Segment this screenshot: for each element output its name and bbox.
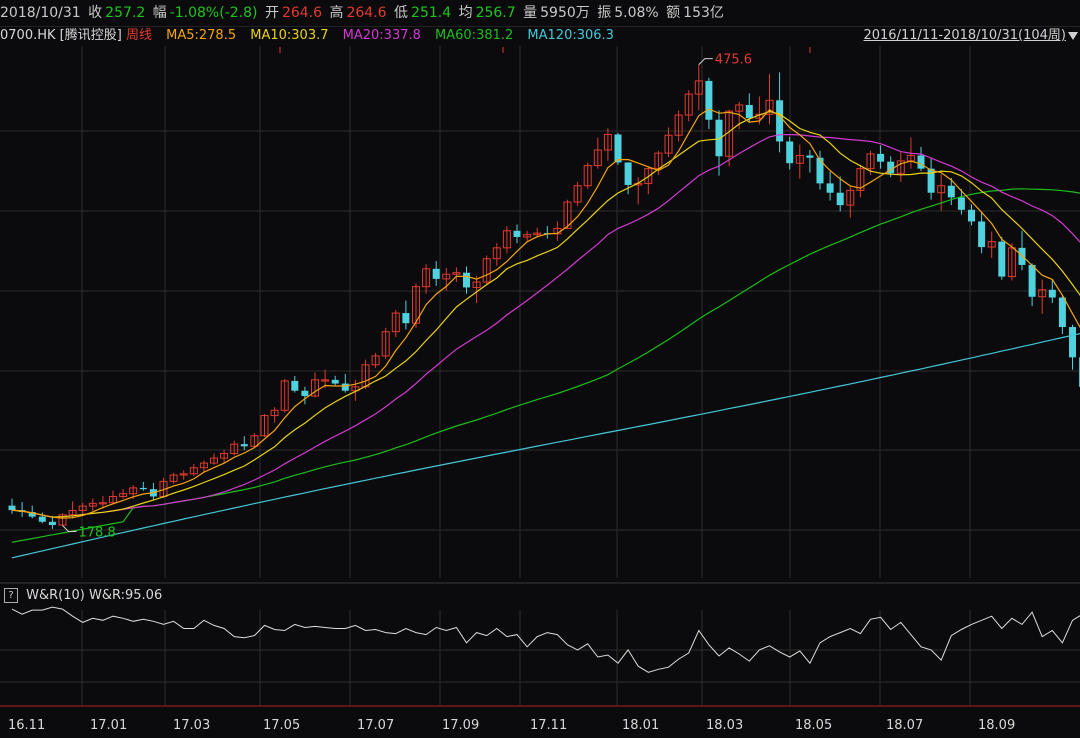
candle-body-down [301,390,309,396]
high-marker-label: 475.6 [715,53,752,68]
candle-body-down [331,379,339,384]
x-tick-label: 17.07 [357,718,395,733]
candle-body-down [826,183,834,193]
candle-body-down [8,505,16,511]
wr-indicator-value: W&R:95.06 [89,588,163,603]
candle-body-down [240,444,248,447]
ma60-line [11,188,1080,543]
ma20-line [11,133,1080,518]
candle-body-down [341,383,349,391]
candle-body-down [1048,289,1056,298]
candle-body-down [1028,264,1036,297]
wr-legend-bar: ? W&R(10) W&R:95.06 [0,586,162,606]
x-tick-label: 18.07 [886,718,924,733]
candle-body-down [1069,327,1076,358]
low-marker-label: 178.8 [79,526,116,541]
candle-body-down [806,155,814,158]
x-tick-label: 18.05 [795,718,833,733]
candle-body-down [816,157,824,184]
x-tick-label: 18.01 [622,718,660,733]
wr-indicator-name[interactable]: W&R(10) [26,588,85,603]
chart-grid [0,46,1080,707]
wr-line [11,606,1080,673]
ma120-line [11,332,1080,559]
candle-body-down [998,241,1006,277]
candle-body-down [745,104,753,119]
candle-body-down [947,185,955,198]
candle-body-down [291,380,299,391]
ma10-line [11,110,1080,518]
candle-body-down [402,313,410,324]
x-tick-label: 16.11 [8,718,46,733]
x-tick-label: 17.09 [442,718,480,733]
candle-body-down [877,153,885,162]
x-tick-label: 17.01 [90,718,128,733]
ma5-line [11,108,1080,519]
candle-body-down [836,192,844,206]
candle-body-down [432,268,440,279]
kline-chart[interactable]: 475.6 178.8 [0,0,1080,738]
moving-average-lines [11,108,1080,559]
help-icon[interactable]: ? [4,588,18,603]
x-tick-label: 17.03 [173,718,211,733]
high-marker-leader [698,58,713,65]
x-tick-label: 18.09 [978,718,1016,733]
candle-body-down [463,272,470,288]
x-tick-label: 18.03 [706,718,744,733]
candle-body-down [614,134,622,163]
candle-body-down [624,162,632,185]
candle-body-down [1058,297,1066,328]
x-tick-label: 17.11 [530,718,568,733]
candle-body-down [139,487,147,490]
candle-body-down [978,221,986,248]
candle-body-down [513,230,521,237]
candle-body-down [957,197,965,210]
chart-annotations: 475.6 178.8 [62,53,752,541]
candlesticks [8,64,1080,529]
candle-body-down [917,155,925,169]
wr-indicator-plot [11,606,1080,673]
candle-body-down [786,141,794,164]
candle-body-down [48,521,56,526]
x-tick-label: 17.05 [263,718,301,733]
candle-body-down [705,80,713,120]
candle-body-down [38,516,46,522]
x-axis: 16.11 17.01 17.03 17.05 17.07 17.09 17.11 18.01… [0,712,1080,738]
candle-body-down [968,209,975,222]
